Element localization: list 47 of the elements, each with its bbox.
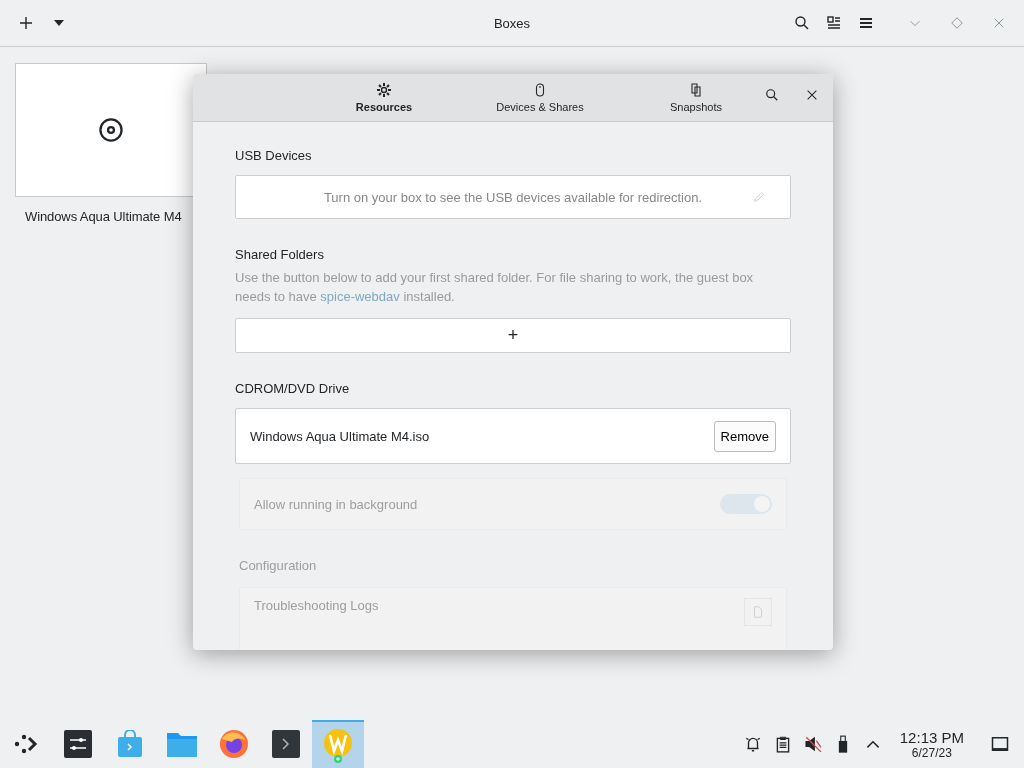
caret-icon bbox=[54, 20, 64, 26]
launcher-icon bbox=[13, 732, 39, 756]
section-heading: Shared Folders bbox=[235, 247, 325, 262]
disc-icon bbox=[98, 117, 124, 143]
gear-icon bbox=[376, 82, 392, 98]
plus-icon bbox=[18, 15, 34, 31]
shopping-bag-icon bbox=[117, 730, 143, 758]
clock[interactable]: 12:13 PM 6/27/23 bbox=[899, 728, 964, 760]
boxes-app-icon bbox=[322, 727, 354, 763]
sliders-icon bbox=[64, 730, 92, 758]
add-folder-button[interactable]: + bbox=[235, 318, 791, 353]
iso-file-name: Windows Aqua Ultimate M4.iso bbox=[250, 428, 430, 444]
tab[interactable]: Snapshots bbox=[618, 78, 774, 117]
volume-button[interactable] bbox=[803, 735, 822, 753]
box-thumbnail[interactable] bbox=[15, 63, 207, 197]
tab[interactable]: Devices & Shares bbox=[462, 78, 618, 117]
folder-icon bbox=[167, 731, 197, 757]
clock-time: 12:13 PM bbox=[899, 728, 964, 746]
terminal-icon bbox=[272, 730, 300, 758]
copy-icon bbox=[688, 82, 704, 98]
tab[interactable]: Resources bbox=[306, 78, 462, 117]
bell-icon bbox=[743, 735, 762, 753]
show-desktop-button[interactable] bbox=[990, 734, 1010, 754]
notifications-button[interactable] bbox=[743, 735, 762, 753]
remove-button[interactable]: Remove bbox=[713, 420, 776, 452]
close-icon bbox=[992, 16, 1006, 30]
setting-label: Troubleshooting Logs bbox=[254, 598, 379, 613]
desktop-icon bbox=[990, 734, 1010, 754]
section-heading: USB Devices bbox=[235, 148, 313, 163]
setting-label: Allow running in background bbox=[254, 496, 418, 512]
clock-date: 6/27/23 bbox=[911, 745, 952, 760]
usb-message: Turn on your box to see the USB devices available for redirection. bbox=[323, 189, 703, 205]
pencil-icon bbox=[752, 190, 766, 204]
browser-globe-icon bbox=[219, 729, 249, 759]
search-icon bbox=[794, 15, 810, 31]
close-icon bbox=[805, 88, 819, 102]
search-icon bbox=[765, 88, 779, 102]
speaker-muted-icon bbox=[803, 735, 822, 753]
list-view-icon bbox=[826, 15, 842, 31]
document-icon bbox=[751, 605, 765, 619]
diamond-icon bbox=[950, 16, 964, 30]
window-title: Boxes bbox=[493, 15, 531, 31]
section-heading: Configuration bbox=[239, 558, 318, 573]
menu-icon bbox=[858, 15, 874, 31]
section-heading: CDROM/DVD Drive bbox=[235, 381, 351, 396]
shared-folders-description: Use the button below to add your first shared folder. For file sharing to work, the guest box needs to have spice-webdav installed. bbox=[235, 269, 755, 306]
box-name: Windows Aqua Ultimate M4 bbox=[24, 209, 183, 224]
